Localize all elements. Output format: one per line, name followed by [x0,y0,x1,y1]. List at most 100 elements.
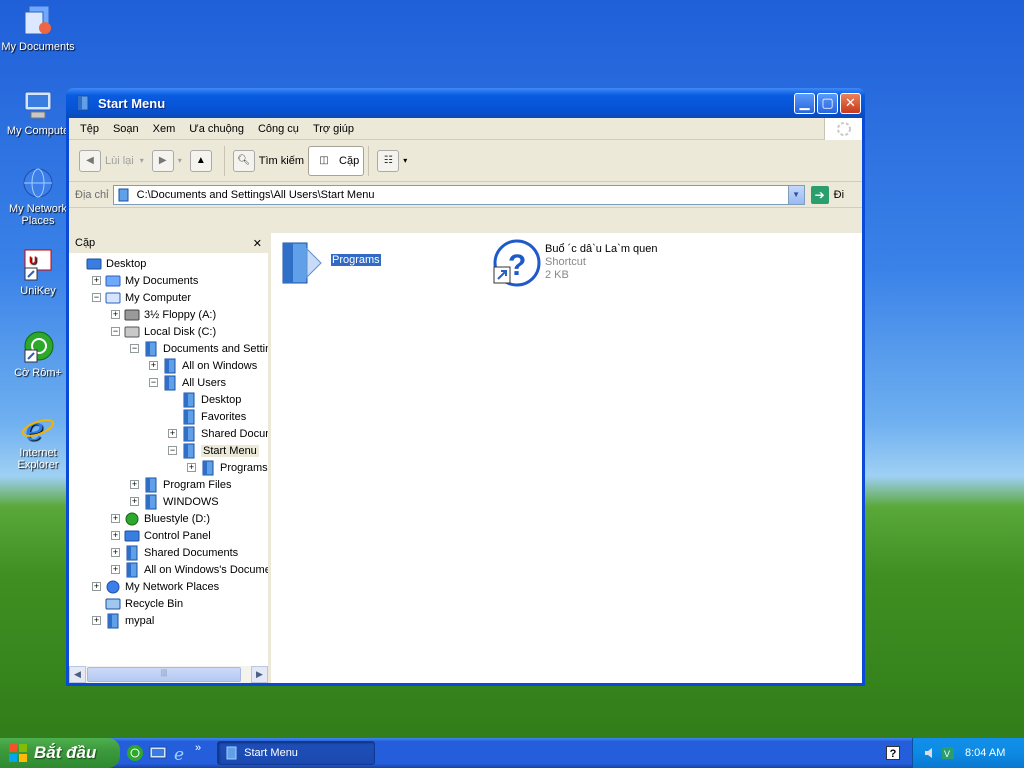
expand-icon[interactable]: + [111,310,120,319]
tree-node[interactable]: Favorites [168,408,246,425]
horizontal-scrollbar[interactable]: ◀ ||| ▶ [69,666,268,683]
tree-node[interactable]: + Program Files [130,476,231,493]
tree-node[interactable]: + Shared Documents [111,544,238,561]
menu-file[interactable]: Tệp [73,123,106,135]
address-input[interactable]: C:\Documents and Settings\All Users\Star… [112,184,805,205]
help-icon[interactable]: ? [886,746,900,760]
windows-flag-icon [8,743,28,763]
collapse-icon[interactable]: − [111,327,120,336]
tree-node[interactable]: − Local Disk (C:) [111,323,216,340]
volume-icon[interactable] [923,746,937,760]
expand-icon[interactable]: + [92,616,101,625]
internet-explorer-icon[interactable]: e [172,744,190,765]
folder-icon [105,613,121,629]
menu-tools[interactable]: Công cụ [251,123,306,135]
go-button[interactable]: ➔ Đi [810,185,845,204]
control-panel-icon [124,528,140,544]
tree-node-label: All on Windows [182,359,258,372]
title-bar[interactable]: Start Menu ▁ ▢ ✕ [66,88,865,118]
folders-icon: ◫ [319,155,329,166]
tree-node[interactable]: + Control Panel [111,527,211,544]
tree-node[interactable]: Desktop [168,391,241,408]
svg-text:?: ? [508,249,526,282]
minimize-button[interactable]: ▁ [794,92,815,114]
taskbar-item-start-menu[interactable]: Start Menu [217,741,376,765]
svg-text:e: e [174,745,184,762]
tree-node[interactable]: + All on Windows's Documents [111,561,268,578]
address-dropdown-button[interactable]: ▼ [787,185,804,204]
menu-help[interactable]: Trợ giúp [306,123,361,135]
up-button[interactable]: ▲ [186,146,220,176]
show-desktop-icon[interactable] [149,744,167,762]
scroll-left-icon[interactable]: ◀ [69,666,86,683]
desktop-icon-my-documents[interactable]: My Documents [0,4,78,53]
tree-node[interactable]: − Start Menu [168,442,259,459]
internet-explorer-icon: e [21,410,55,448]
expand-icon[interactable]: + [92,582,101,591]
collapse-icon[interactable]: − [130,344,139,353]
collapse-icon[interactable]: − [168,446,177,455]
folders-button[interactable]: ◫ Cặp [308,145,365,176]
forward-button[interactable]: ▶ ▾ [148,146,186,176]
expand-icon[interactable]: + [168,429,177,438]
dropdown-icon: ▾ [139,156,144,165]
tree-node-label: All Users [182,376,227,389]
help-shortcut-icon: ? [489,237,541,289]
tree-node[interactable]: + Programs [187,459,268,476]
search-button[interactable]: 🔍︎ Tìm kiếm [229,146,308,176]
tree-node[interactable]: + My Documents [92,272,198,289]
maximize-button[interactable]: ▢ [817,92,838,114]
collapse-icon[interactable]: − [149,378,158,387]
expand-icon[interactable]: + [111,565,120,574]
clock[interactable]: 8:04 AM [965,747,1005,759]
folders-pane-close-button[interactable]: ✕ [253,237,262,250]
tree-node[interactable]: + My Network Places [92,578,219,595]
tree-node-label: All on Windows's Documents [144,563,268,576]
tree-node[interactable]: − Documents and Settings [130,340,268,357]
scroll-thumb[interactable]: ||| [87,667,241,682]
close-button[interactable]: ✕ [840,92,861,114]
language-indicator-icon[interactable]: V [941,746,955,760]
expand-icon[interactable]: + [187,463,196,472]
expand-icon[interactable]: + [149,361,158,370]
file-item-programs[interactable]: Programs [275,237,381,289]
tree-node-label: 3½ Floppy (A:) [144,308,217,321]
file-item-shortcut[interactable]: ? Buổ ´c dâ`u La`m quen Shortcut 2 KB [489,237,658,289]
tree-node-label: Shared Documents [144,546,239,559]
tree-node[interactable]: + Bluestyle (D:) [111,510,210,527]
collapse-icon[interactable]: − [92,293,101,302]
folder-icon [181,392,197,408]
address-value: C:\Documents and Settings\All Users\Star… [136,188,375,201]
views-button[interactable]: ☷ ▾ [373,146,411,176]
tree-node-label: My Network Places [125,580,220,593]
tree-node-label: Local Disk (C:) [144,325,217,338]
tree-node[interactable]: +3½ Floppy (A:) [111,306,216,323]
menu-favorites[interactable]: Ưa chuộng [182,123,251,135]
expand-icon[interactable]: + [130,480,139,489]
expand-icon[interactable]: + [92,276,101,285]
scroll-right-icon[interactable]: ▶ [251,666,268,683]
tree-node[interactable]: + Shared Document [168,425,268,442]
co-rom-icon[interactable] [126,744,144,762]
address-bar: Địa chỉ C:\Documents and Settings\All Us… [69,182,862,208]
expand-icon[interactable]: + [111,531,120,540]
tree-node-label: My Computer [125,291,192,304]
expand-icon[interactable]: + [111,514,120,523]
go-label: Đi [833,188,845,201]
tree-node[interactable]: + WINDOWS [130,493,219,510]
folder-icon [181,426,197,442]
tree-node[interactable]: Recycle Bin [92,595,183,612]
tree-node[interactable]: − All Users [149,374,226,391]
tree-node[interactable]: Desktop [73,255,146,272]
tree-node[interactable]: + mypal [92,612,154,629]
quick-launch-chevron[interactable]: » [195,742,201,754]
start-button[interactable]: Bắt đầu [0,738,120,768]
expand-icon[interactable]: + [111,548,120,557]
tree-node[interactable]: − My Computer [92,289,191,306]
expand-icon[interactable]: + [130,497,139,506]
menu-edit[interactable]: Soạn [106,123,146,135]
tree-node-label: WINDOWS [163,495,219,508]
menu-view[interactable]: Xem [146,123,183,135]
back-button[interactable]: ◀ Lùi lại ▾ [75,146,148,176]
tree-node[interactable]: + All on Windows [149,357,257,374]
